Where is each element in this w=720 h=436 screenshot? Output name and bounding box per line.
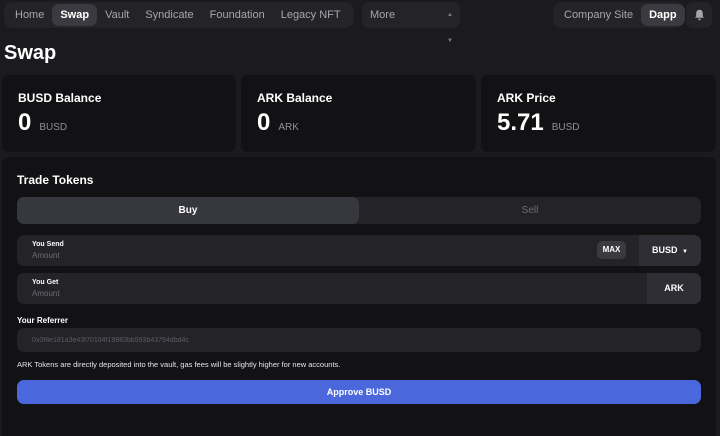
company-site-link[interactable]: Company Site [556,4,641,26]
more-dropdown[interactable]: More ▲ ▼ [362,2,460,44]
send-token-select[interactable]: BUSD ▼ [639,235,701,266]
ark-balance-card: ARK Balance 0 ARK [241,75,476,152]
get-amount-input[interactable] [32,287,432,299]
referrer-input[interactable] [32,328,682,352]
tab-sell[interactable]: Sell [359,197,701,224]
card-label: BUSD Balance [18,91,102,105]
nav-home[interactable]: Home [7,4,52,26]
tab-buy[interactable]: Buy [17,197,359,224]
page-title: Swap [4,42,57,64]
site-switcher: Company Site Dapp [553,2,685,28]
send-token-label: BUSD [652,245,678,255]
nav-vault[interactable]: Vault [97,4,137,26]
get-label: You Get [32,279,59,286]
more-dropdown-label: More [370,9,396,21]
get-token-label: ARK [647,273,701,304]
card-value: 0 [18,109,32,136]
chevron-down-icon: ▼ [682,249,688,255]
chevron-down-icon: ▲ ▼ [447,12,453,44]
card-label: ARK Balance [257,91,333,105]
nav-swap[interactable]: Swap [52,4,98,26]
trade-panel: Trade Tokens Buy Sell You Send MAX BUSD … [2,157,716,436]
ark-price-card: ARK Price 5.71 BUSD [481,75,716,152]
main-nav: Home Swap Vault Syndicate Foundation Leg… [4,2,354,28]
send-field: You Send MAX BUSD ▼ [17,235,701,266]
approve-busd-button[interactable]: Approve BUSD [17,380,701,404]
card-unit: ARK [278,122,299,133]
card-label: ARK Price [497,91,556,105]
send-amount-input[interactable] [32,249,432,261]
referrer-label: Your Referrer [17,316,68,325]
send-label: You Send [32,241,64,248]
busd-balance-card: BUSD Balance 0 BUSD [2,75,236,152]
card-unit: BUSD [39,122,68,133]
get-field: You Get ARK [17,273,701,304]
deposit-notice: ARK Tokens are directly deposited into t… [17,360,341,369]
trade-title: Trade Tokens [17,173,94,187]
dapp-link[interactable]: Dapp [641,4,685,26]
nav-foundation[interactable]: Foundation [202,4,273,26]
nav-legacy-nft[interactable]: Legacy NFT [273,4,349,26]
nav-syndicate[interactable]: Syndicate [137,4,201,26]
max-button[interactable]: MAX [597,241,626,259]
trade-tabs: Buy Sell [17,197,701,224]
referrer-field [17,328,701,352]
card-value: 0 [257,109,271,136]
card-value: 5.71 [497,109,544,136]
bell-icon [694,9,704,21]
notifications-button[interactable] [686,2,712,28]
card-unit: BUSD [551,122,580,133]
